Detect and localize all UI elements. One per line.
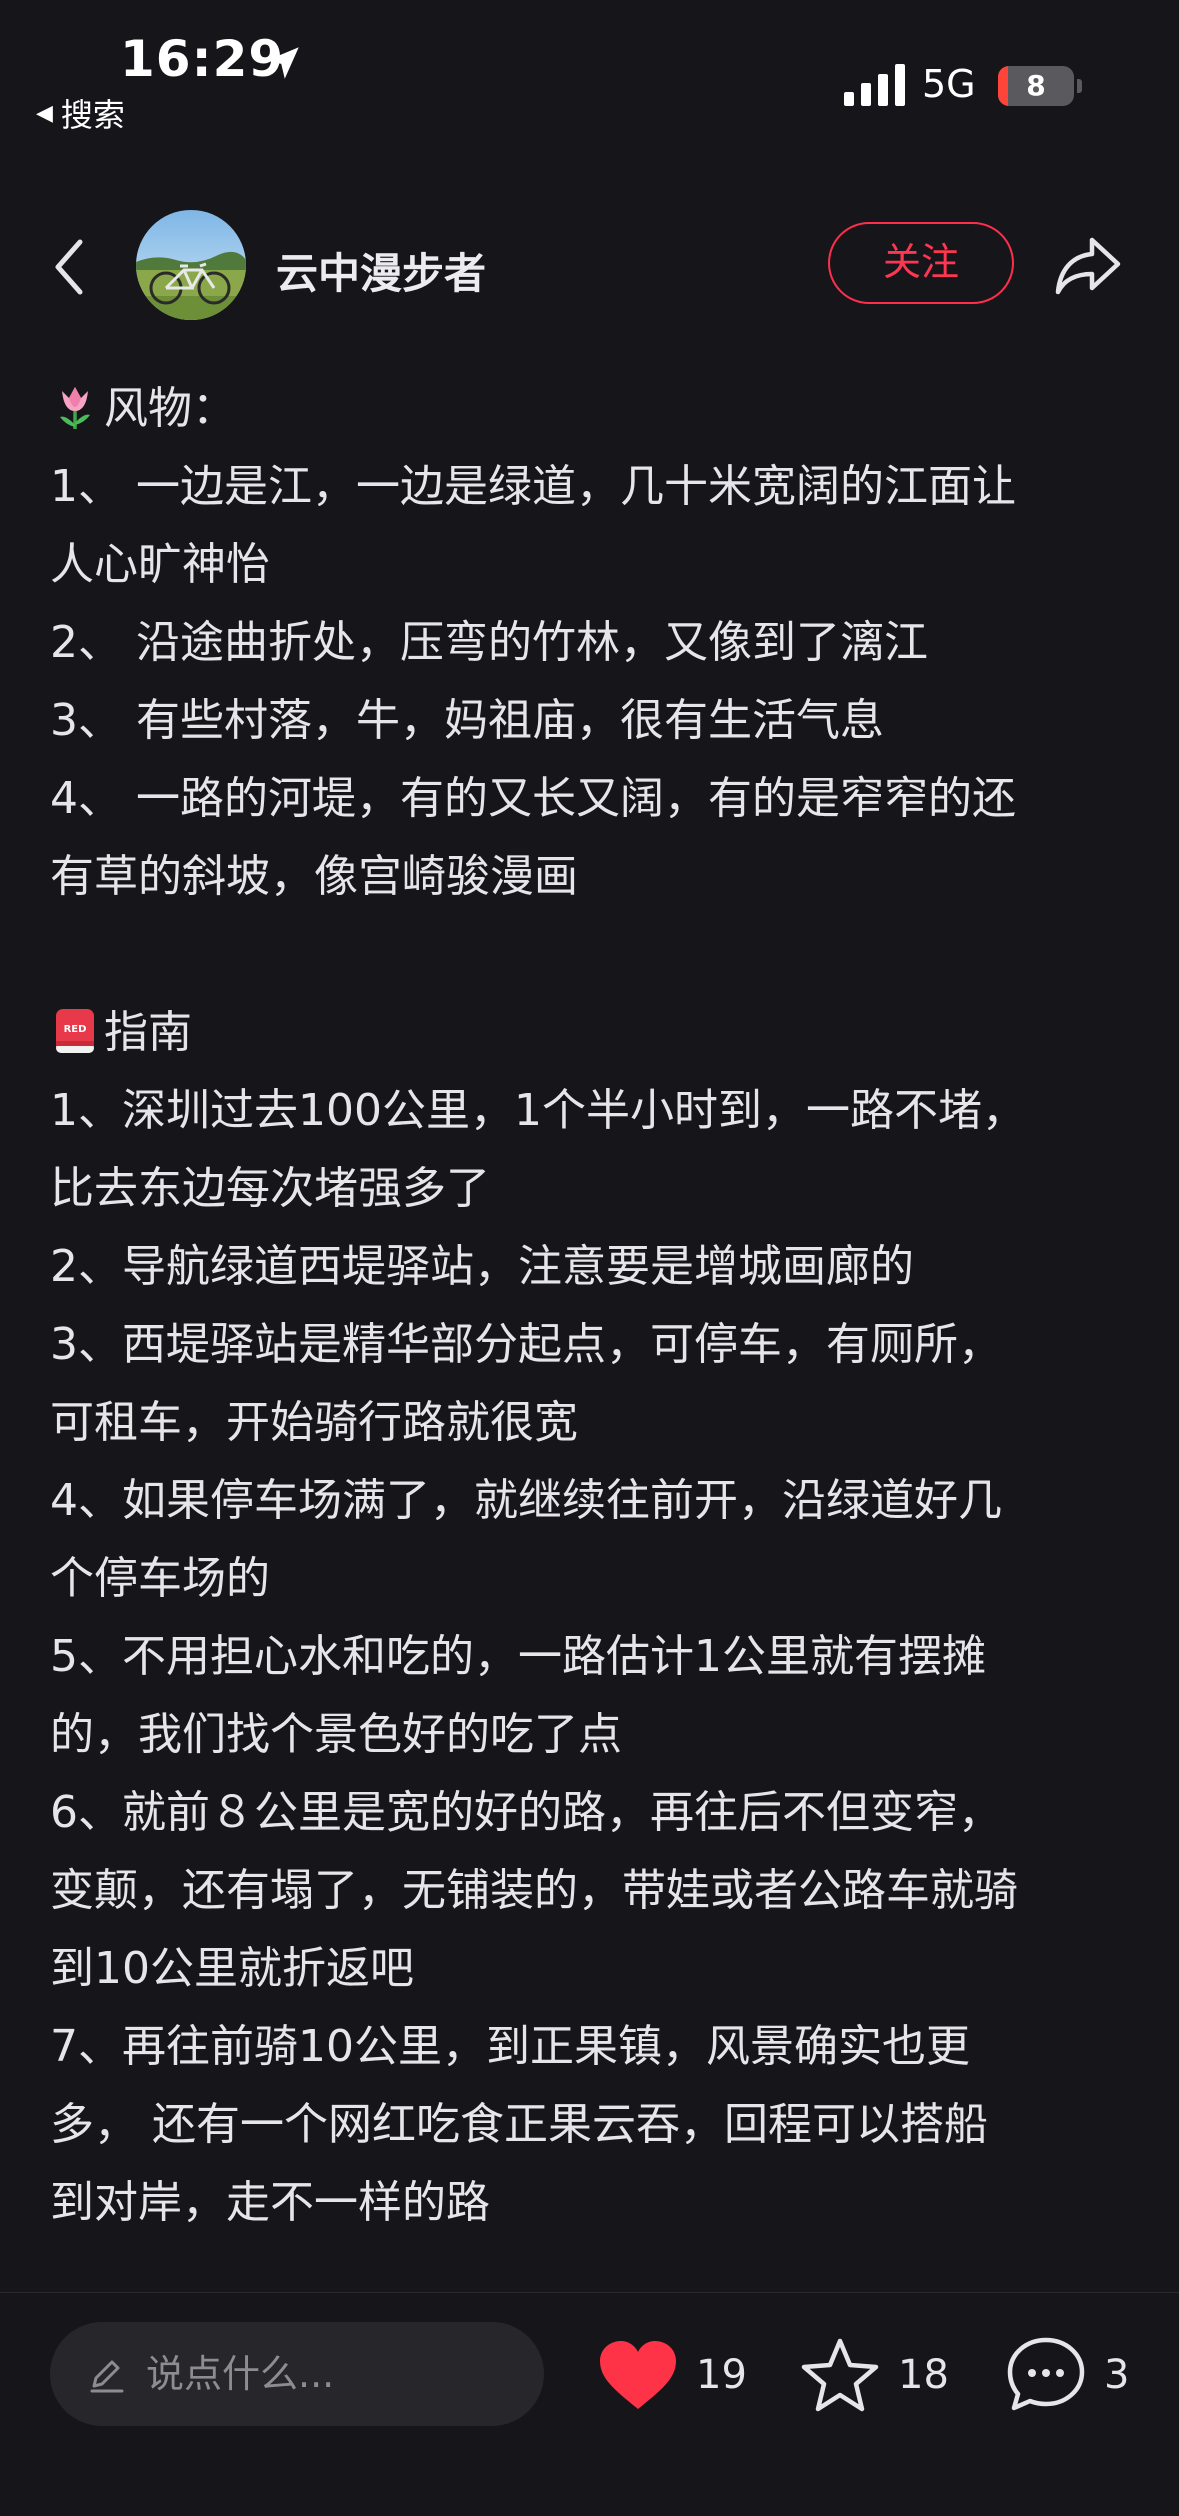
post-header: 云中漫步者 关注 xyxy=(0,190,1179,340)
content-line: 4、 一路的河堤，有的又长又阔，有的是窄窄的还 xyxy=(50,773,1016,824)
back-chevron-icon[interactable] xyxy=(40,232,100,302)
tulip-emoji-icon xyxy=(60,387,90,429)
network-type: 5G xyxy=(922,62,976,106)
content-line: 到10公里就折返吧 xyxy=(50,1943,414,1994)
content-line: 的，我们找个景色好的吃了点 xyxy=(50,1709,622,1760)
battery-cap xyxy=(1077,79,1082,93)
comment-button[interactable]: 3 xyxy=(1006,2330,1129,2420)
content-line: 2、 沿途曲折处，压弯的竹林，又像到了漓江 xyxy=(50,617,928,668)
content-line: 3、 有些村落，牛，妈祖庙，很有生活气息 xyxy=(50,695,884,746)
content-line: 有草的斜坡，像宫崎骏漫画 xyxy=(50,851,578,902)
bottom-divider xyxy=(0,2292,1179,2293)
content-line: 2、导航绿道西堤驿站，注意要是增城画廊的 xyxy=(50,1241,914,1292)
location-arrow-icon xyxy=(267,47,299,79)
section-heading-guide: RED 指南 xyxy=(50,994,1140,1072)
star-icon xyxy=(801,2338,879,2412)
comment-placeholder: 说点什么... xyxy=(146,2352,335,2396)
collect-count: 18 xyxy=(898,2352,949,2398)
like-button[interactable]: 19 xyxy=(598,2330,747,2420)
follow-button[interactable]: 关注 xyxy=(828,222,1014,304)
share-icon[interactable] xyxy=(1052,232,1124,298)
content-line: 变颠，还有塌了，无铺装的，带娃或者公路车就骑 xyxy=(50,1865,1018,1916)
battery-level: 8 xyxy=(1026,69,1046,102)
content-line: 1、 一边是江，一边是绿道，几十米宽阔的江面让 xyxy=(50,461,1016,512)
back-to-app-label: 搜索 xyxy=(60,96,125,134)
status-time: 16:29 xyxy=(120,30,285,88)
red-book-icon: RED xyxy=(56,1009,94,1053)
like-count: 19 xyxy=(696,2352,747,2398)
content-line: 3、西堤驿站是精华部分起点，可停车，有厕所， xyxy=(50,1319,1002,1370)
content-line: 人心旷神怡 xyxy=(50,539,270,590)
content-line: 5、不用担心水和吃的，一路估计1公里就有摆摊 xyxy=(50,1631,986,1682)
content-line: 个停车场的 xyxy=(50,1553,270,1604)
collect-button[interactable]: 18 xyxy=(800,2330,949,2420)
content-line: 6、就前８公里是宽的好的路，再往后不但变窄， xyxy=(50,1787,1002,1838)
content-line: 4、如果停车场满了，就继续往前开，沿绿道好几 xyxy=(50,1475,1002,1526)
author-name[interactable]: 云中漫步者 xyxy=(276,240,486,301)
comment-count: 3 xyxy=(1104,2352,1130,2398)
content-line: 比去东边每次堵强多了 xyxy=(50,1163,490,1214)
svg-text:RED: RED xyxy=(64,1024,87,1035)
signal-bars-icon xyxy=(844,64,905,106)
content-line: 风物： xyxy=(104,383,236,434)
status-bar: 16:29 ◀ 搜索 5G 8 xyxy=(0,0,1179,150)
back-triangle-icon: ◀ xyxy=(36,100,53,126)
chat-bubble-icon xyxy=(1007,2337,1085,2411)
comment-input[interactable]: 说点什么... xyxy=(50,2322,544,2426)
content-blank-line xyxy=(50,916,1140,994)
content-line: 指南 xyxy=(104,1007,192,1058)
content-line: 1、深圳过去100公里，1个半小时到，一路不堵， xyxy=(50,1085,1026,1136)
battery-indicator: 8 xyxy=(998,66,1074,106)
avatar[interactable] xyxy=(136,210,246,320)
content-line: 到对岸，走不一样的路 xyxy=(50,2177,490,2228)
content-line: 7、再往前骑10公里，到正果镇，风景确实也更 xyxy=(50,2021,970,2072)
pen-icon xyxy=(90,2360,124,2393)
heart-icon xyxy=(600,2341,676,2409)
content-line: 可租车，开始骑行路就很宽 xyxy=(50,1397,578,1448)
content-line: 多， 还有一个网红吃食正果云吞，回程可以搭船 xyxy=(50,2099,988,2150)
post-body: 风物： 1、 一边是江，一边是绿道，几十米宽阔的江面让 人心旷神怡 2、 沿途曲… xyxy=(50,370,1140,2242)
back-to-search-link[interactable]: ◀ 搜索 xyxy=(36,90,125,136)
section-heading-scenery: 风物： xyxy=(50,370,1140,448)
